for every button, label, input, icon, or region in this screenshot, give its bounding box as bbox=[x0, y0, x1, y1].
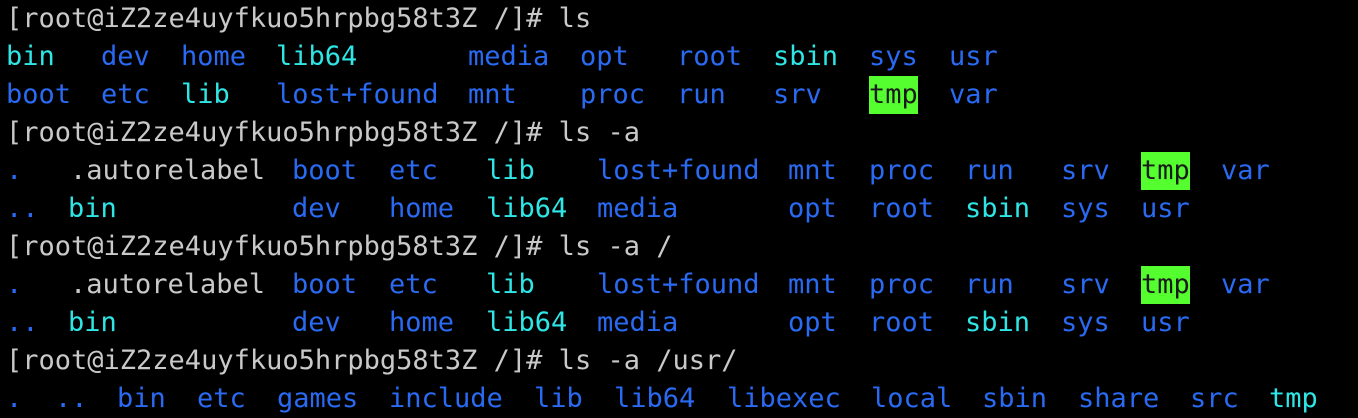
dir-entry: srv bbox=[1061, 269, 1110, 300]
terminal-window[interactable]: [root@iZ2ze4uyfkuo5hrpbg58t3Z /]# ls bin d… bbox=[0, 0, 1358, 418]
symlink-entry: tmp bbox=[1269, 383, 1318, 414]
prompt-line: [root@iZ2ze4uyfkuo5hrpbg58t3Z /]# ls -a bbox=[0, 114, 1358, 152]
dir-entry: home bbox=[389, 193, 455, 224]
dir-entry: local bbox=[871, 383, 953, 414]
dir-entry: etc bbox=[197, 383, 246, 414]
symlink-entry: lib64 bbox=[486, 193, 568, 224]
dir-entry: run bbox=[965, 269, 1014, 300]
prompt-line: [root@iZ2ze4uyfkuo5hrpbg58t3Z /]# ls -a … bbox=[0, 342, 1358, 380]
dir-entry: . bbox=[6, 155, 23, 186]
dir-entry: libexec bbox=[727, 383, 841, 414]
dir-entry: boot bbox=[292, 155, 358, 186]
dir-entry: .. bbox=[6, 193, 39, 224]
dir-entry: opt bbox=[788, 193, 837, 224]
dir-entry: home bbox=[181, 41, 247, 72]
output-line: . .autorelabel boot etc lib lost+found mnt proc… bbox=[0, 152, 1358, 190]
prompt-line: [root@iZ2ze4uyfkuo5hrpbg58t3Z /]# ls bbox=[0, 0, 1358, 38]
dir-entry: opt bbox=[580, 41, 629, 72]
dir-entry: share bbox=[1078, 383, 1160, 414]
dir-entry: src bbox=[1190, 383, 1239, 414]
dir-entry: sbin bbox=[982, 383, 1048, 414]
dir-entry: run bbox=[965, 155, 1014, 186]
dir-entry: home bbox=[389, 307, 455, 338]
output-line: ... bin etc games include lib lib64 libexec loca… bbox=[0, 380, 1358, 418]
output-line: .. bin dev home lib64 media opt root sbin sys usr bbox=[0, 304, 1358, 342]
dir-entry: mnt bbox=[468, 79, 517, 110]
dir-entry: boot bbox=[292, 269, 358, 300]
dir-entry: boot bbox=[6, 79, 72, 110]
file-entry: .autorelabel bbox=[70, 155, 266, 186]
dir-entry: lib bbox=[534, 383, 583, 414]
dir-entry: include bbox=[389, 383, 503, 414]
highlighted-dir-entry: tmp bbox=[869, 76, 918, 114]
output-line: . .autorelabel boot etc lib lost+found mnt proc… bbox=[0, 266, 1358, 304]
symlink-entry: sbin bbox=[773, 41, 839, 72]
dir-entry: etc bbox=[389, 269, 438, 300]
symlink-entry: lib bbox=[486, 155, 535, 186]
symlink-entry: lib64 bbox=[276, 41, 358, 72]
dir-entry: srv bbox=[1061, 155, 1110, 186]
dir-entry: dev bbox=[292, 307, 341, 338]
dir-entry: lost+found bbox=[276, 79, 439, 110]
prompt-command: [root@iZ2ze4uyfkuo5hrpbg58t3Z /]# ls -a … bbox=[6, 231, 673, 262]
dir-entry: root bbox=[869, 193, 935, 224]
dir-entry: opt bbox=[788, 307, 837, 338]
dir-entry: sys bbox=[869, 41, 918, 72]
dir-entry: dev bbox=[292, 193, 341, 224]
dir-entry: lib64 bbox=[614, 383, 696, 414]
prompt-command: [root@iZ2ze4uyfkuo5hrpbg58t3Z /]# ls -a bbox=[6, 117, 640, 148]
dir-entry: var bbox=[1221, 269, 1270, 300]
symlink-entry: sbin bbox=[965, 193, 1031, 224]
dir-entry: sys bbox=[1061, 307, 1110, 338]
dir-entry: proc bbox=[869, 155, 935, 186]
dir-entry: mnt bbox=[788, 155, 837, 186]
output-line: boot etc lib lost+found mnt proc run srv tmp var bbox=[0, 76, 1358, 114]
symlink-entry: lib bbox=[181, 79, 230, 110]
dir-entry: media bbox=[597, 193, 679, 224]
highlighted-dir-entry: tmp bbox=[1141, 152, 1190, 190]
dir-entry: var bbox=[949, 79, 998, 110]
dir-entry: . bbox=[6, 383, 23, 414]
dir-entry: etc bbox=[389, 155, 438, 186]
dir-entry: mnt bbox=[788, 269, 837, 300]
dir-entry: .. bbox=[55, 383, 88, 414]
symlink-entry: sbin bbox=[965, 307, 1031, 338]
dir-entry: srv bbox=[773, 79, 822, 110]
file-entry: .autorelabel bbox=[70, 269, 266, 300]
dir-entry: root bbox=[869, 307, 935, 338]
dir-entry: usr bbox=[1141, 193, 1190, 224]
dir-entry: bin bbox=[117, 383, 166, 414]
dir-entry: proc bbox=[580, 79, 646, 110]
prompt-command: [root@iZ2ze4uyfkuo5hrpbg58t3Z /]# ls -a … bbox=[6, 345, 738, 376]
symlink-entry: lib64 bbox=[486, 307, 568, 338]
dir-entry: sys bbox=[1061, 193, 1110, 224]
dir-entry: . bbox=[6, 269, 23, 300]
symlink-entry: bin bbox=[68, 307, 117, 338]
dir-entry: usr bbox=[1141, 307, 1190, 338]
output-line: .. bin dev home lib64 media opt root sbin sys usr bbox=[0, 190, 1358, 228]
prompt-line: [root@iZ2ze4uyfkuo5hrpbg58t3Z /]# ls -a … bbox=[0, 228, 1358, 266]
dir-entry: lost+found bbox=[597, 155, 760, 186]
dir-entry: dev bbox=[101, 41, 150, 72]
dir-entry: run bbox=[677, 79, 726, 110]
symlink-entry: bin bbox=[6, 41, 55, 72]
symlink-entry: lib bbox=[486, 269, 535, 300]
dir-entry: root bbox=[677, 41, 743, 72]
dir-entry: media bbox=[468, 41, 550, 72]
dir-entry: usr bbox=[949, 41, 998, 72]
highlighted-dir-entry: tmp bbox=[1141, 266, 1190, 304]
dir-entry: media bbox=[597, 307, 679, 338]
dir-entry: .. bbox=[6, 307, 39, 338]
dir-entry: var bbox=[1221, 155, 1270, 186]
symlink-entry: bin bbox=[68, 193, 117, 224]
prompt-command: [root@iZ2ze4uyfkuo5hrpbg58t3Z /]# ls bbox=[6, 3, 592, 34]
dir-entry: proc bbox=[869, 269, 935, 300]
output-line: bin dev home lib64 media opt root sbin sys usr bbox=[0, 38, 1358, 76]
dir-entry: etc bbox=[101, 79, 150, 110]
dir-entry: games bbox=[277, 383, 359, 414]
dir-entry: lost+found bbox=[597, 269, 760, 300]
